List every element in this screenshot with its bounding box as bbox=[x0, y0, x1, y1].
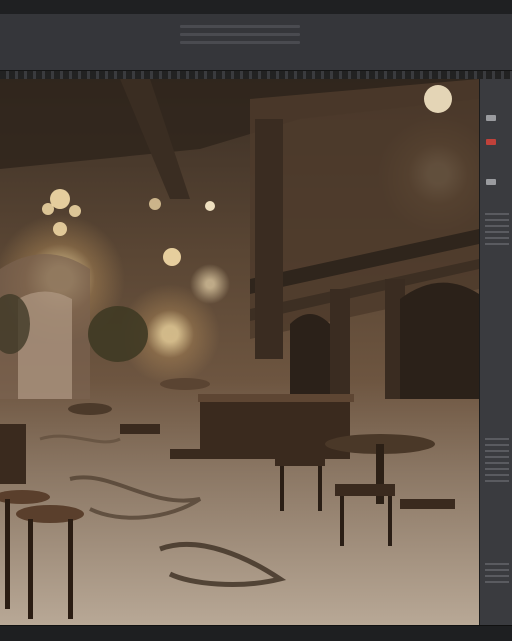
tool-options-bar[interactable] bbox=[0, 14, 512, 70]
panel-rows-bottom bbox=[485, 559, 509, 587]
status-bar bbox=[0, 625, 512, 641]
menu-bar[interactable] bbox=[0, 0, 512, 15]
right-panel[interactable] bbox=[479, 79, 512, 625]
toolbar-icon[interactable] bbox=[486, 179, 496, 185]
cafe-interior-artwork bbox=[0, 79, 479, 619]
panel-rows bbox=[485, 209, 509, 249]
layer-thumb-icon[interactable] bbox=[486, 115, 496, 121]
image-editor-window bbox=[0, 0, 512, 641]
panel-rows-lower bbox=[485, 434, 509, 486]
image-canvas[interactable] bbox=[0, 79, 479, 625]
options-placeholder bbox=[180, 20, 300, 58]
color-swatch-icon[interactable] bbox=[486, 139, 496, 145]
